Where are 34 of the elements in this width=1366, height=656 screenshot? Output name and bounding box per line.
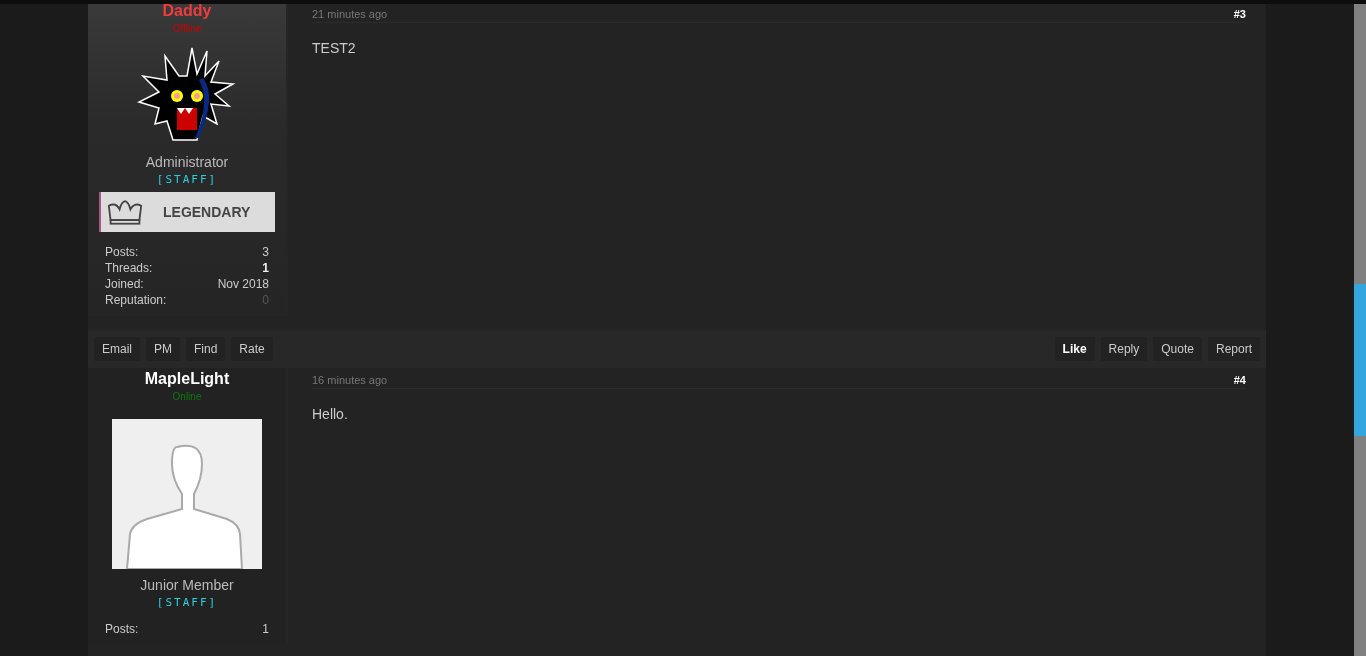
- user-group: [STAFF]: [156, 173, 218, 186]
- user-title: Administrator: [145, 154, 229, 170]
- rank-label: LEGENDARY: [163, 204, 251, 220]
- post-body: Hello.: [312, 406, 349, 422]
- action-button[interactable]: PM: [146, 337, 180, 361]
- action-button[interactable]: Rate: [231, 337, 273, 361]
- user-group: [STAFF]: [156, 596, 218, 609]
- post-time: 21 minutes ago: [312, 8, 388, 20]
- action-button[interactable]: Email: [94, 337, 140, 361]
- stat-value: Nov 2018: [217, 276, 269, 292]
- action-button[interactable]: Like: [1054, 337, 1095, 361]
- post-body: TEST2: [312, 40, 357, 56]
- stat-value: 3: [262, 244, 269, 260]
- action-button[interactable]: Reply: [1100, 337, 1148, 361]
- stat-label: Joined:: [105, 276, 144, 292]
- crown-icon: [107, 198, 143, 226]
- online-status: Online: [172, 391, 202, 402]
- action-button[interactable]: Find: [186, 337, 226, 361]
- stat-label: Posts:: [105, 244, 139, 260]
- scrollbar-thumb[interactable]: [1354, 284, 1366, 436]
- stat-label: Posts:: [105, 621, 139, 637]
- stat-value: 1: [262, 621, 269, 637]
- online-status: Offline: [172, 23, 202, 34]
- post-time: 16 minutes ago: [312, 374, 388, 386]
- username-link[interactable]: MapleLight: [144, 370, 230, 388]
- post-number-link[interactable]: #4: [1233, 374, 1246, 386]
- action-button[interactable]: Report: [1207, 337, 1260, 361]
- stat-label: Threads:: [105, 260, 153, 276]
- scrollbar[interactable]: [1354, 4, 1366, 656]
- stat-label: Reputation:: [105, 292, 167, 308]
- post-number-link[interactable]: #3: [1233, 8, 1246, 20]
- action-button[interactable]: Quote: [1153, 337, 1202, 361]
- user-title: Junior Member: [140, 577, 234, 593]
- stat-value: 1: [262, 260, 269, 276]
